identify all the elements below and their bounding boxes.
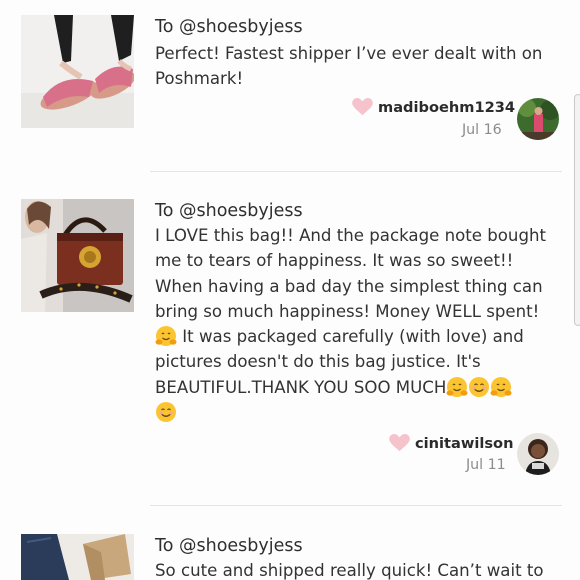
review-message-line: It was packaged carefully (with love) an… [155,324,563,349]
hugging-face-emoji-icon [446,376,468,397]
review-message-text: It was packaged carefully (with love) an… [177,327,524,347]
review-message-line: me to tears of happiness. It was so swee… [155,251,514,271]
hugging-face-emoji-icon [155,326,177,347]
review-message: So cute and shipped really quick! Can’t … [155,558,563,580]
review-recipient: To @shoesbyjess [155,17,303,37]
listing-thumbnail[interactable] [21,15,134,128]
review-recipient: To @shoesbyjess [155,536,303,556]
handbag-image [21,199,134,312]
smiling-face-emoji-icon [156,402,176,423]
review-message-line [155,400,563,425]
heart-icon [389,434,410,452]
reviewer-username[interactable]: madiboehm1234 [378,99,515,116]
review-recipient: To @shoesbyjess [155,201,303,221]
heart-icon [352,98,373,116]
review-message-line: I LOVE this bag!! And the package note b… [155,226,546,245]
scrollbar[interactable] [574,94,580,326]
review-message-line: Perfect! Fastest shipper I’ve ever dealt… [155,44,543,63]
avatar-image [517,433,559,475]
avatar-image [517,98,559,140]
review-date: Jul 16 [462,122,502,138]
review-message-text: BEAUTIFUL.THANK YOU SOO MUCH [155,377,447,397]
divider [150,171,562,172]
smiling-face-emoji-icon [469,376,490,397]
review-message-line: When having a bad day the simplest thing… [155,276,543,296]
avatar[interactable] [517,98,559,140]
listing-thumbnail[interactable] [21,534,134,580]
jeans-box-image [21,534,134,580]
review-message-line: BEAUTIFUL.THANK YOU SOO MUCH [155,375,563,400]
review-date: Jul 11 [466,457,506,473]
review-message: I LOVE this bag!! And the package note b… [155,223,563,425]
divider [150,505,562,506]
pink-sandals-image [21,15,134,128]
hugging-face-emoji-icon [490,376,512,397]
listing-thumbnail[interactable] [21,199,134,312]
love-notes-feed: To @shoesbyjess Perfect! Fastest shipper… [0,0,580,580]
review-message-line: bring so much happiness! Money WELL spen… [155,301,540,321]
avatar[interactable] [517,433,559,475]
review-message-line: Poshmark! [155,69,244,89]
reviewer-username[interactable]: cinitawilson [415,435,513,452]
review-message-line: So cute and shipped really quick! Can’t … [155,561,544,580]
review-message: Perfect! Fastest shipper I’ve ever dealt… [155,41,563,92]
review-message-line: pictures doesn't do this bag justice. It… [155,352,481,372]
